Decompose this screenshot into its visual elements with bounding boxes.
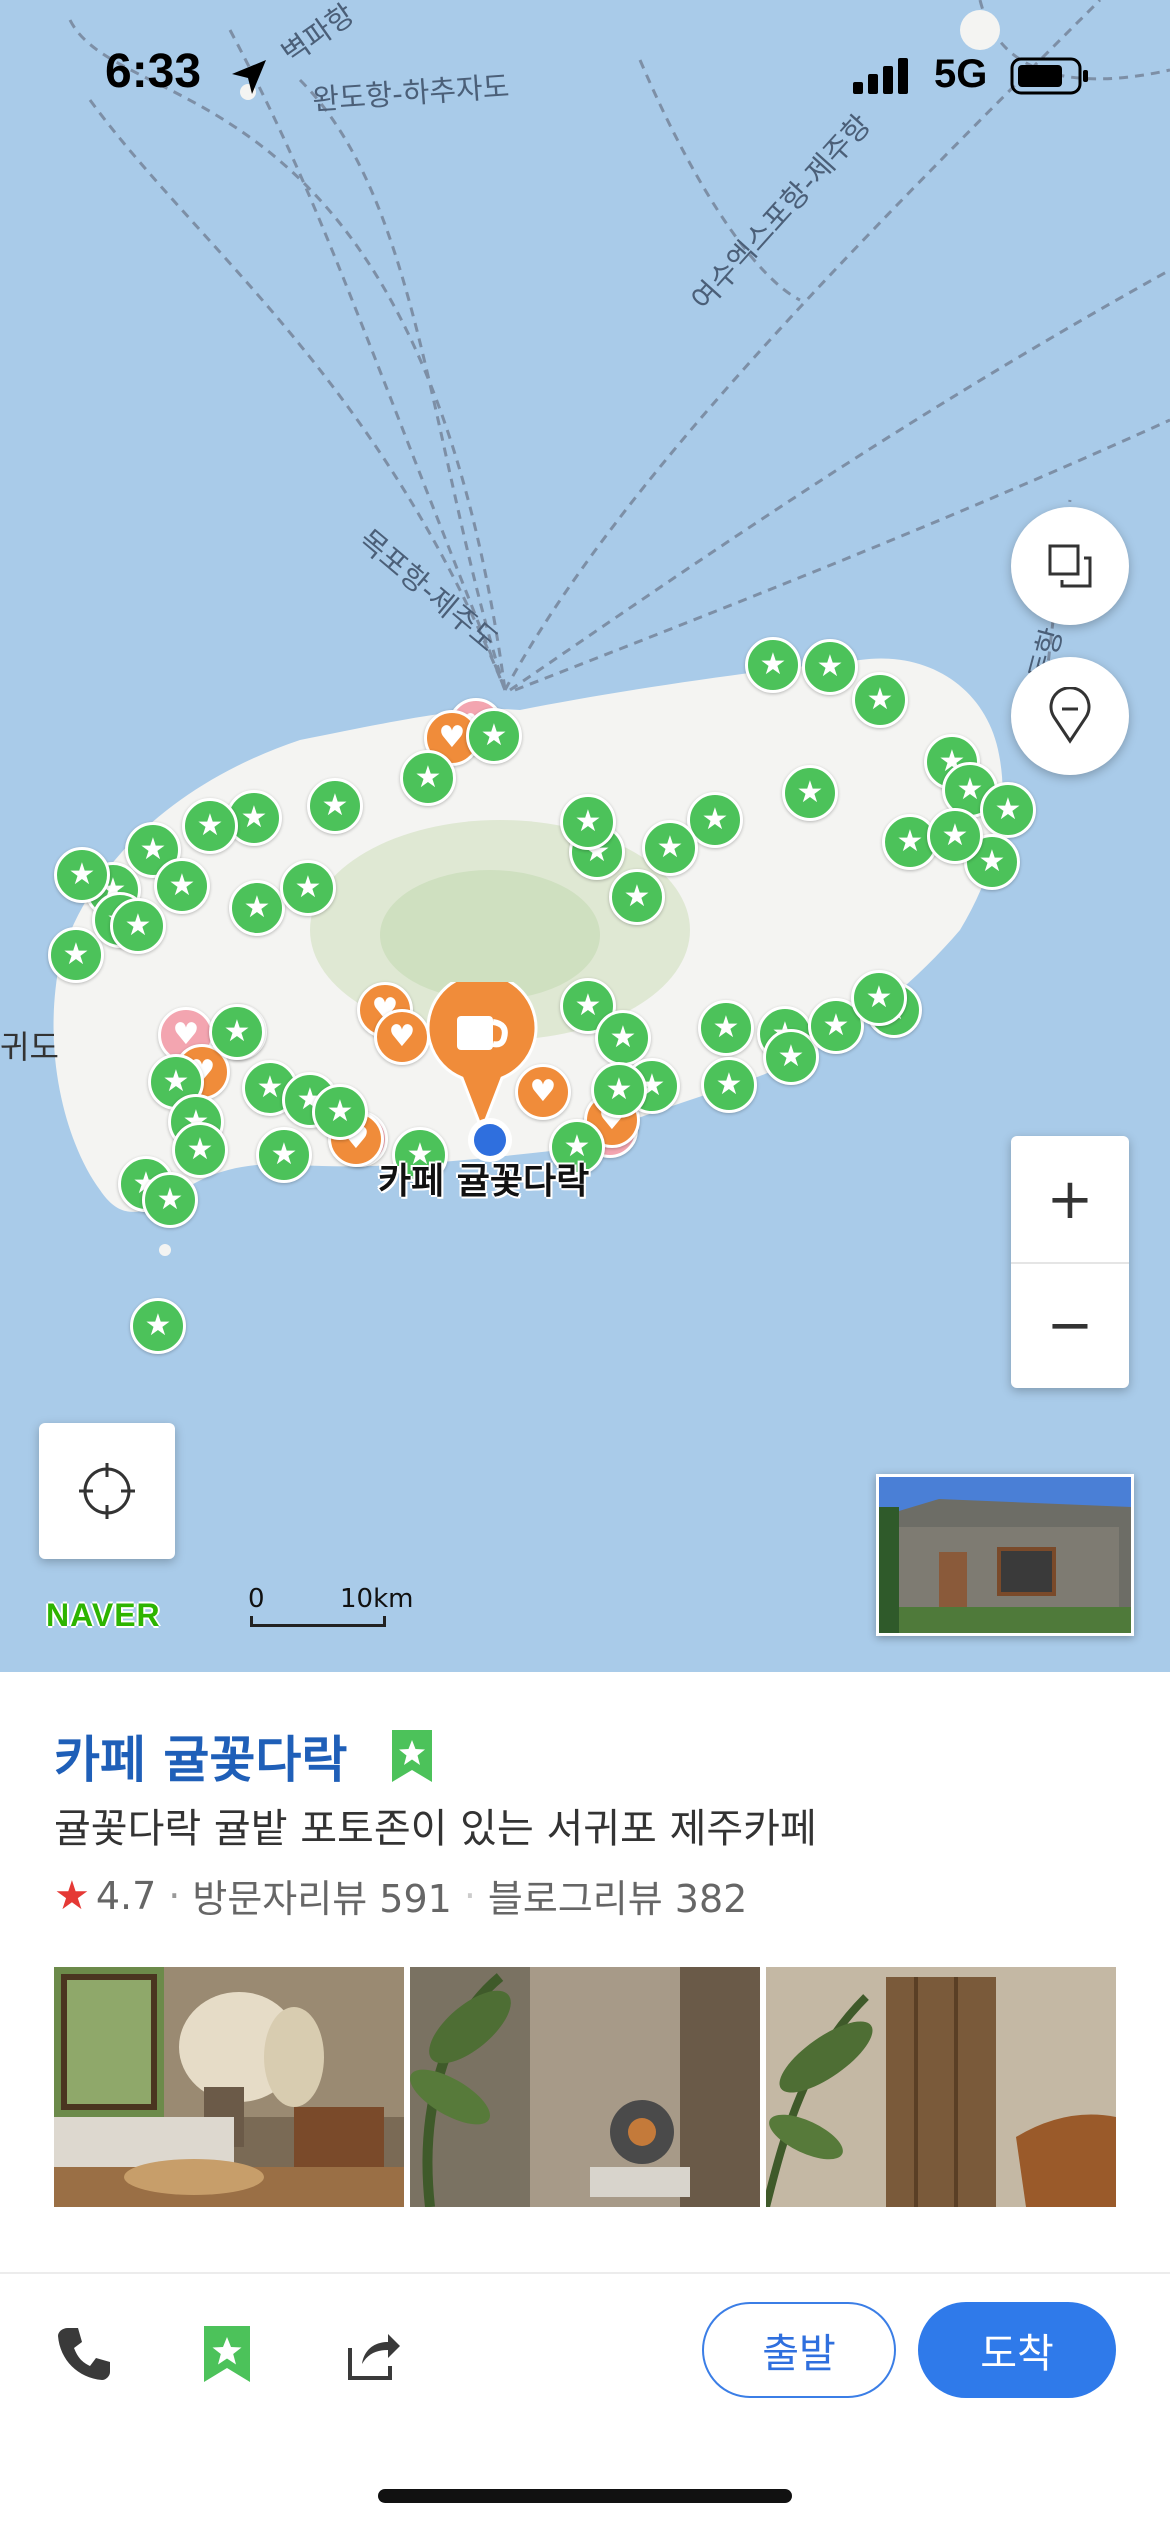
zoom-out-button[interactable]: − xyxy=(1011,1262,1129,1388)
divider xyxy=(0,2272,1170,2274)
map-star-marker[interactable]: ★ xyxy=(154,858,210,914)
map-star-marker[interactable]: ★ xyxy=(172,1122,228,1178)
selected-place-label: 카페 귤꽃다락 xyxy=(378,1161,590,1202)
map-star-marker[interactable]: ★ xyxy=(48,927,104,983)
map-star-marker[interactable]: ★ xyxy=(980,782,1036,838)
visitor-reviews[interactable]: 방문자리뷰 591 xyxy=(192,1868,451,1923)
scale-distance: 10km xyxy=(340,1584,414,1614)
battery-icon xyxy=(1010,57,1088,95)
map-star-marker[interactable]: ★ xyxy=(312,1084,368,1140)
my-location-button[interactable] xyxy=(39,1423,175,1559)
map-star-marker[interactable]: ★ xyxy=(745,637,801,693)
photo-1[interactable] xyxy=(54,1967,404,2207)
map-star-marker[interactable]: ★ xyxy=(142,1172,198,1228)
photo-interior-image xyxy=(54,1967,404,2207)
map-location-pin-button[interactable] xyxy=(1011,657,1129,775)
map-star-marker[interactable]: ★ xyxy=(110,898,166,954)
map-star-marker[interactable]: ★ xyxy=(698,1000,754,1056)
action-bar: 출발 도착 xyxy=(0,2302,1170,2412)
start-button[interactable]: 출발 xyxy=(702,2302,896,2398)
map-layers-button[interactable] xyxy=(1011,507,1129,625)
map-star-marker[interactable]: ★ xyxy=(130,1298,186,1354)
map-star-marker[interactable]: ★ xyxy=(642,820,698,876)
map-star-marker[interactable]: ★ xyxy=(852,672,908,728)
street-view-image xyxy=(879,1477,1131,1633)
map-star-marker[interactable]: ★ xyxy=(591,1062,647,1118)
photo-plant-fan-image xyxy=(410,1967,760,2207)
zoom-in-button[interactable]: + xyxy=(1011,1136,1129,1262)
map-star-marker[interactable]: ★ xyxy=(307,778,363,834)
rating-row: ★ 4.7 · 방문자리뷰 591 · 블로그리뷰 382 xyxy=(54,1868,747,1923)
crosshair-icon xyxy=(79,1463,135,1519)
map-view[interactable]: 6:33 5G 완도항-하추자도 여수엑스포항-제주항 목포항-제주도 벽파항 … xyxy=(0,0,1170,1672)
map-scale: 0 10km xyxy=(248,1584,448,1627)
status-bar: 6:33 5G xyxy=(0,0,1170,150)
photo-strip xyxy=(54,1967,1116,2207)
street-view-thumbnail[interactable] xyxy=(876,1474,1134,1636)
photo-2[interactable] xyxy=(410,1967,760,2207)
map-star-marker[interactable]: ★ xyxy=(400,750,456,806)
map-star-marker[interactable]: ★ xyxy=(209,1004,265,1060)
network-type: 5G xyxy=(934,52,988,96)
home-indicator[interactable] xyxy=(378,2489,792,2503)
edge-place-label: 귀도 xyxy=(0,1028,59,1066)
map-star-marker[interactable]: ★ xyxy=(54,847,110,903)
photo-wooden-door-image xyxy=(766,1967,1116,2207)
map-star-marker[interactable]: ★ xyxy=(560,794,616,850)
map-star-marker[interactable]: ★ xyxy=(782,765,838,821)
map-star-marker[interactable]: ★ xyxy=(466,708,522,764)
map-star-marker[interactable]: ★ xyxy=(595,1010,651,1066)
map-star-marker[interactable]: ★ xyxy=(701,1057,757,1113)
layers-icon xyxy=(1048,544,1092,588)
arrive-button[interactable]: 도착 xyxy=(918,2302,1116,2398)
location-pin-icon xyxy=(1049,687,1091,744)
naver-logo: NAVER xyxy=(46,1597,161,1633)
phone-icon[interactable] xyxy=(54,2324,114,2384)
map-star-marker[interactable]: ★ xyxy=(182,798,238,854)
location-arrow-icon xyxy=(232,60,266,94)
map-star-marker[interactable]: ★ xyxy=(280,860,336,916)
star-icon: ★ xyxy=(54,1872,90,1919)
map-star-marker[interactable]: ★ xyxy=(609,869,665,925)
save-bookmark-icon[interactable] xyxy=(200,2324,254,2384)
bookmark-saved-icon[interactable] xyxy=(388,1728,436,1784)
photo-3[interactable] xyxy=(766,1967,1116,2207)
selected-cafe-pin[interactable] xyxy=(424,982,540,1132)
map-star-marker[interactable]: ★ xyxy=(927,808,983,864)
map-star-marker[interactable]: ★ xyxy=(229,880,285,936)
map-star-marker[interactable]: ★ xyxy=(256,1127,312,1183)
cellular-signal-icon xyxy=(853,58,908,94)
map-star-marker[interactable]: ★ xyxy=(802,639,858,695)
place-detail-sheet[interactable]: 카페 귤꽃다락 귤꽃다락 귤밭 포토존이 있는 서귀포 제주카페 ★ 4.7 ·… xyxy=(0,1672,1170,2532)
blog-reviews[interactable]: 블로그리뷰 382 xyxy=(488,1868,747,1923)
map-star-marker[interactable]: ★ xyxy=(851,970,907,1026)
share-icon[interactable] xyxy=(342,2324,402,2384)
place-description: 귤꽃다락 귤밭 포토존이 있는 서귀포 제주카페 xyxy=(54,1806,817,1852)
status-time: 6:33 xyxy=(105,45,202,98)
scale-zero: 0 xyxy=(248,1584,265,1614)
map-cafe-marker[interactable]: ♥ xyxy=(374,1009,430,1065)
zoom-control: + − xyxy=(1011,1136,1129,1388)
rating-value: 4.7 xyxy=(95,1873,157,1918)
place-name[interactable]: 카페 귤꽃다락 xyxy=(54,1720,347,1792)
